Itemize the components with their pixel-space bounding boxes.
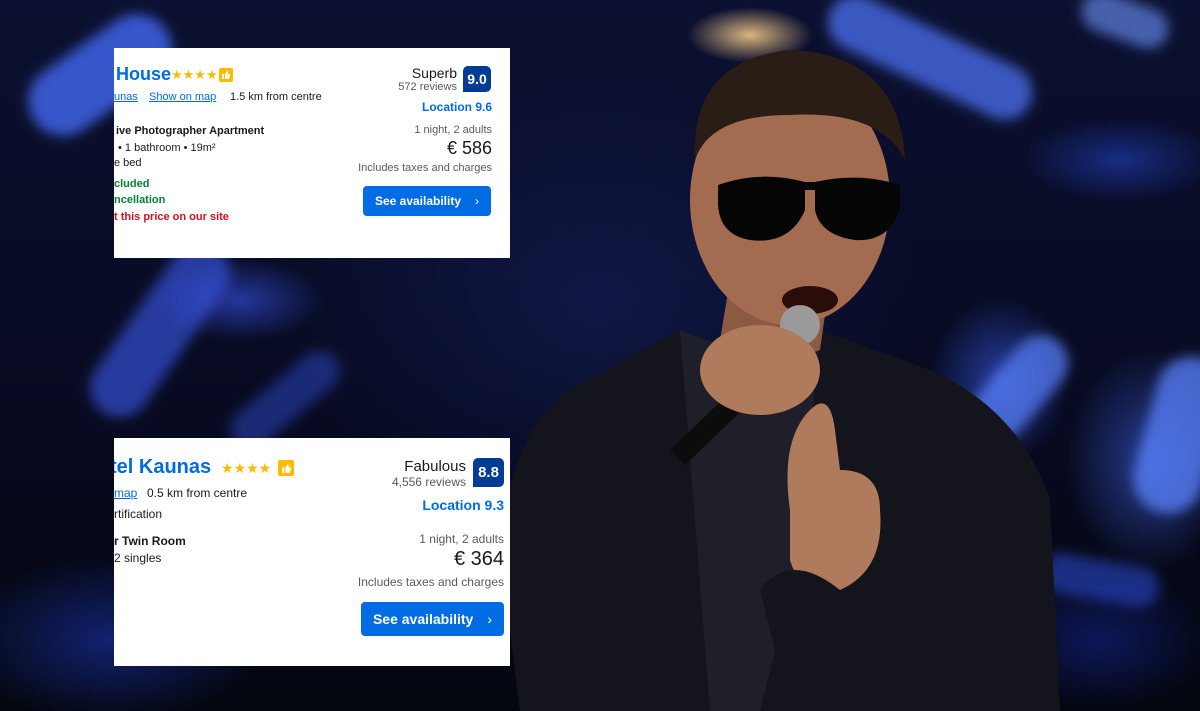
taxes-note: Includes taxes and charges — [357, 575, 504, 589]
chevron-right-icon: › — [487, 611, 493, 627]
thumbs-up-icon — [219, 68, 233, 82]
price: € 586 — [446, 138, 492, 158]
singer-silhouette — [500, 50, 1060, 711]
hotel-name-link[interactable]: tel Kaunas — [114, 456, 211, 479]
price: € 364 — [453, 548, 504, 570]
chevron-right-icon: › — [475, 194, 480, 208]
stay-summary: 1 night, 2 adults — [419, 532, 504, 546]
room-name: r Twin Room — [114, 534, 186, 548]
button-label: See availability — [372, 611, 474, 627]
hotel-name-link[interactable]: House — [116, 64, 171, 85]
hotel-card: House ★★★★ unas Show on map 1.5 km from … — [114, 48, 510, 258]
price-note: t this price on our site — [114, 211, 229, 223]
stay-summary: 1 night, 2 adults — [414, 124, 492, 136]
review-count: 4,556 reviews — [391, 475, 466, 489]
see-availability-button[interactable]: See availability › — [361, 602, 504, 636]
taxes-note: Includes taxes and charges — [358, 162, 492, 174]
breakfast-included: cluded — [114, 178, 150, 190]
free-cancellation: ncellation — [114, 194, 166, 206]
see-availability-button[interactable]: See availability › — [363, 186, 491, 216]
bed-type: e bed — [114, 157, 142, 169]
show-on-map-link[interactable]: map — [114, 486, 137, 500]
review-score-badge: 9.0 — [463, 66, 491, 92]
stage-light — [78, 230, 242, 430]
star-rating: ★★★★ — [171, 67, 218, 82]
thumbs-up-icon — [278, 460, 294, 476]
stage-light — [1125, 348, 1200, 522]
review-count: 572 reviews — [398, 81, 457, 93]
location-score: Location 9.3 — [422, 497, 504, 513]
review-score-badge: 8.8 — [473, 458, 504, 487]
distance-text: 0.5 km from centre — [147, 486, 248, 500]
sustainability-certification: rtification — [114, 507, 163, 521]
star-rating: ★★★★ — [221, 460, 272, 476]
location-link[interactable]: unas — [114, 91, 138, 103]
bed-type: 2 singles — [114, 551, 162, 565]
location-score: Location 9.6 — [421, 100, 492, 114]
room-name: ive Photographer Apartment — [116, 125, 265, 137]
show-on-map-link[interactable]: Show on map — [149, 91, 216, 103]
rating-word: Fabulous — [404, 458, 466, 475]
rating-word: Superb — [411, 65, 457, 81]
hotel-card: tel Kaunas ★★★★ map 0.5 km from centre r… — [114, 438, 510, 666]
room-details: • 1 bathroom • 19m² — [118, 142, 216, 154]
button-label: See availability — [374, 194, 462, 208]
distance-text: 1.5 km from centre — [230, 91, 322, 103]
